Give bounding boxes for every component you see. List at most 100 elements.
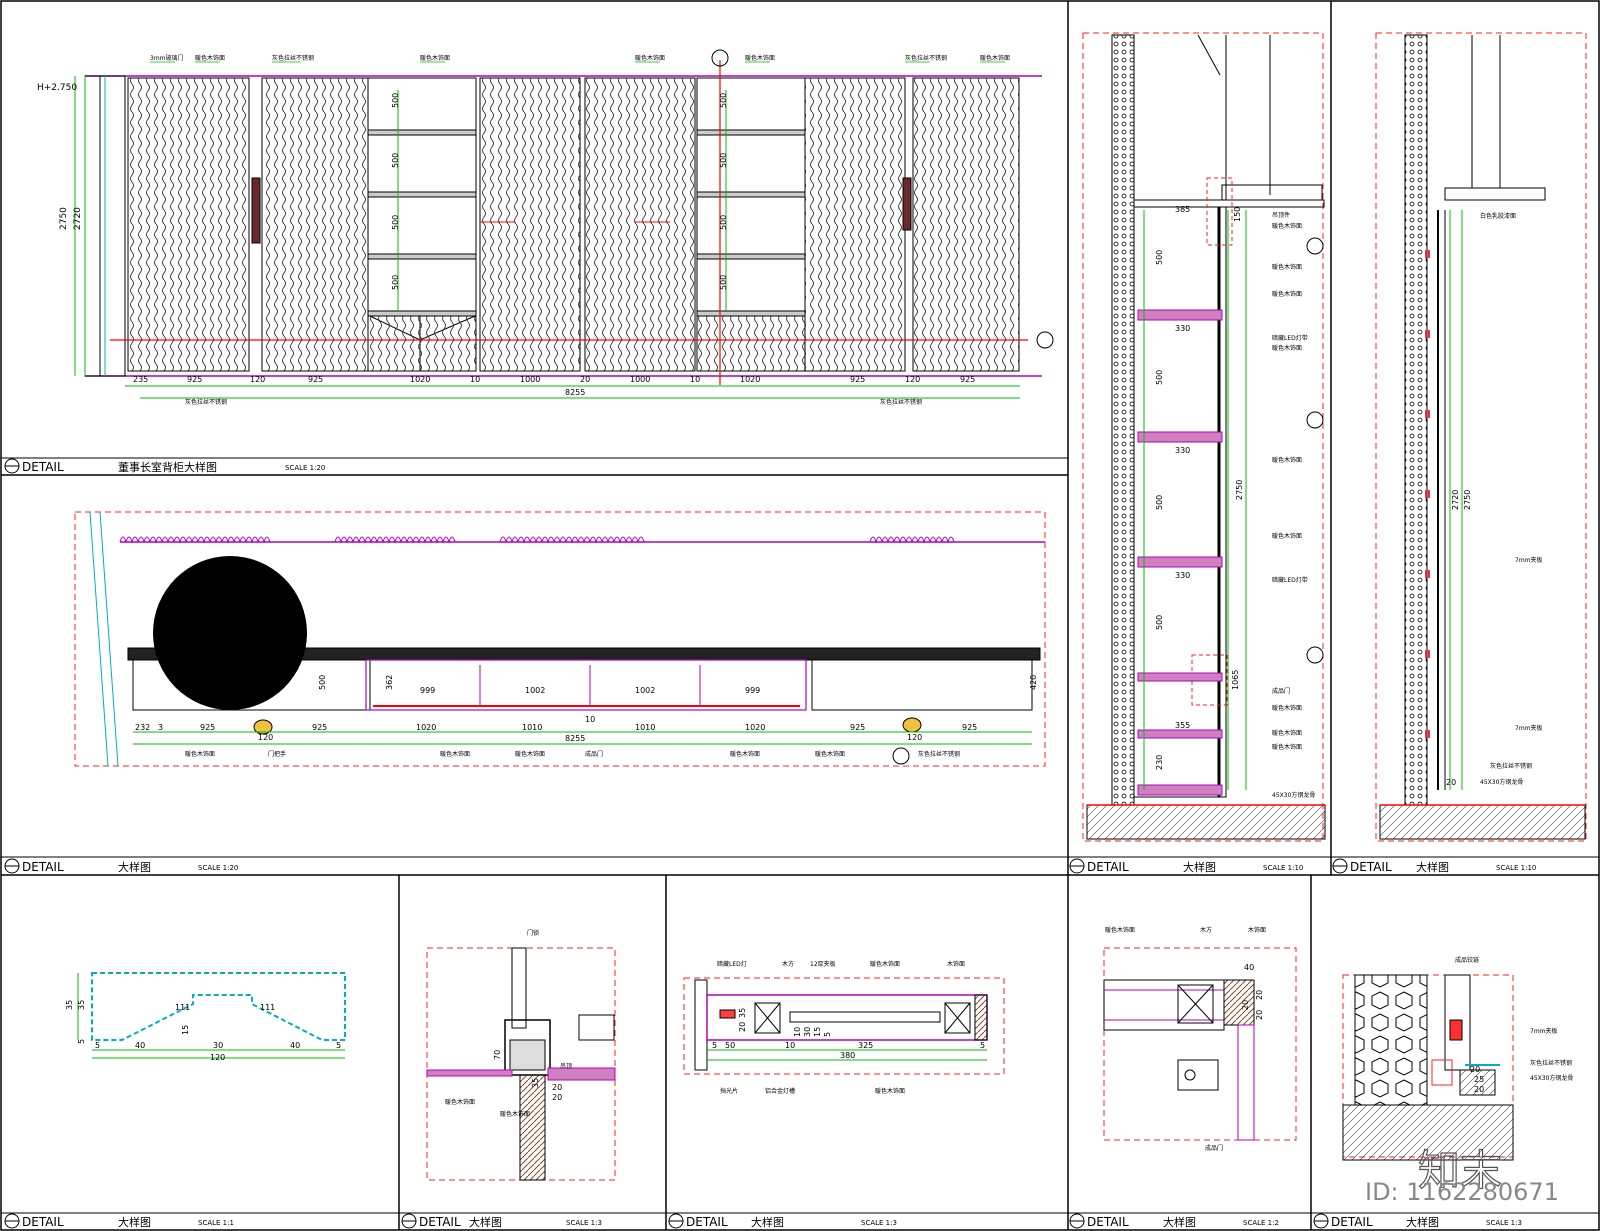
- plan-inner-2: 1002: [525, 686, 545, 695]
- prof-dim-2: 35: [77, 1000, 86, 1010]
- det-c-note-6: 铝合金灯槽: [765, 1087, 795, 1095]
- plan-dim-9: 1010: [635, 723, 655, 732]
- plan-inner-4: 999: [745, 686, 760, 695]
- panel-title-8: DETAIL 大样图 SCALE 1:2: [1069, 1213, 1279, 1229]
- sec-a-note-10: 暖色木饰面: [1272, 704, 1302, 712]
- panel-4-title: 大样图: [1416, 860, 1449, 874]
- det-c-dim-12: 5: [712, 1041, 717, 1050]
- elev-dim-14: 925: [960, 375, 975, 384]
- plan-dim-5: 925: [312, 723, 327, 732]
- panel-7-title: 大样图: [751, 1215, 784, 1229]
- panel-title-2: DETAIL 大样图 SCALE 1:20: [4, 858, 238, 874]
- elev-dim-5: 1020: [410, 375, 430, 384]
- panel-1-title: 董事长室背柜大样图: [118, 460, 217, 474]
- sec-a-note-11: 成品门: [1272, 687, 1290, 695]
- det-c-dim-10: 10: [785, 1041, 795, 1050]
- elev-shelf-5: 500: [719, 93, 728, 108]
- det-c-note-7: 暖色木饰面: [875, 1087, 905, 1095]
- elev-dim-13: 120: [905, 375, 920, 384]
- sec-a-note-8: 暗藏LED灯带: [1272, 576, 1308, 584]
- elev-shelf-7: 500: [719, 215, 728, 230]
- sec-a-dim-11: 355: [1175, 721, 1190, 730]
- det-b-dim-3: 20: [552, 1083, 562, 1092]
- sec-a-note-9: 暖色木饰面: [1272, 532, 1302, 540]
- panel-title-3: DETAIL 大样图 SCALE 1:10: [1069, 858, 1303, 874]
- prof-dim-12: 120: [210, 1053, 225, 1062]
- det-b-dim-2: 35: [531, 1078, 540, 1088]
- plan-dim-12: 120: [907, 733, 922, 742]
- sec-b-dim-2: 2750: [1463, 490, 1472, 510]
- door-handle-left: [251, 177, 261, 244]
- plan-note-8: 灰色拉丝不锈钢: [918, 750, 960, 758]
- sec-a-note-13: 暖色木饰面: [1272, 743, 1302, 751]
- det-c-note-3: 12厚夹板: [810, 960, 836, 968]
- panel-9-title: 大样图: [1406, 1215, 1439, 1229]
- panel-title-7: DETAIL 大样图 SCALE 1:3: [668, 1213, 897, 1229]
- elev-note-4: 暖色木饰面: [420, 54, 450, 62]
- sec-a-note-3: 暖色木饰面: [1272, 263, 1302, 271]
- det-b-note-4: 吊顶: [560, 1063, 572, 1070]
- panel-3-title: 大样图: [1183, 860, 1216, 874]
- panel-6-scale: SCALE 1:3: [566, 1219, 602, 1227]
- plan-dim-11: 925: [850, 723, 865, 732]
- sec-a-note-14: 45X30方钢龙骨: [1272, 791, 1315, 799]
- elev-shelf-1: 500: [391, 93, 400, 108]
- elev-dim-9: 1000: [630, 375, 650, 384]
- elev-dim-2: 925: [187, 375, 202, 384]
- det-b-dim-1: 70: [493, 1050, 502, 1060]
- wood-panel-5: [912, 77, 1020, 372]
- det-b-dim-4: 20: [552, 1093, 562, 1102]
- elev-note-1: 3mm玻璃门: [150, 54, 184, 62]
- elevation-drawing: H+2.750 2750 2720 500 500 500 500 500 50…: [37, 49, 1054, 406]
- det-d-note-4: 成品门: [1205, 1144, 1223, 1152]
- panel-9-scale: SCALE 1:3: [1486, 1219, 1522, 1227]
- sec-a-dim-7: 500: [1155, 495, 1164, 510]
- prof-dim-1: 35: [65, 1000, 74, 1010]
- sec-b-dim-1: 2720: [1451, 490, 1460, 510]
- prof-dim-5: 15: [181, 1025, 190, 1035]
- det-c-dim-7: 325: [858, 1041, 873, 1050]
- wood-panel-3: [584, 77, 696, 372]
- panel-6-title: 大样图: [469, 1215, 502, 1229]
- det-e-dim-1: 20: [1470, 1065, 1480, 1074]
- det-d-dim-2: 20: [1255, 990, 1264, 1000]
- det-e-dim-2: 25: [1474, 1075, 1484, 1084]
- det-c-note-1: 暗藏LED灯: [717, 960, 747, 968]
- elev-shelf-4: 500: [391, 275, 400, 290]
- door-handle-right: [902, 177, 912, 231]
- plan-note-6: 暖色木饰面: [730, 750, 760, 758]
- sec-a-note-12: 暖色木饰面: [1272, 729, 1302, 737]
- elev-total: 8255: [565, 388, 585, 397]
- detail-d-drawing: 40 20 20 20 暖色木饰面 木方 木饰面 成品门: [1103, 926, 1297, 1152]
- sec-a-dim-12: 230: [1155, 755, 1164, 770]
- prof-dim-7: 40: [135, 1041, 145, 1050]
- section-a-drawing: 385 150 330 500 330 500 500 330 500 1065…: [1082, 32, 1326, 842]
- elev-dim-3: 120: [250, 375, 265, 384]
- plan-dim-2: 3: [158, 723, 163, 732]
- det-c-note-8: 挡光片: [720, 1087, 738, 1095]
- panel-title-9: DETAIL 大样图 SCALE 1:3: [1313, 1213, 1522, 1229]
- wood-panel-4: [804, 77, 906, 372]
- plan-total: 8255: [565, 734, 585, 743]
- shelf-bay-left: [367, 77, 477, 372]
- watermark-id: ID: 1162280671: [1365, 1178, 1559, 1206]
- det-b-note-3: 暖色木饰面: [500, 1110, 530, 1118]
- elev-note-6: 暖色木饰面: [745, 54, 775, 62]
- panel-2-label: DETAIL: [22, 860, 64, 874]
- panel-2-scale: SCALE 1:20: [198, 864, 238, 872]
- prof-dim-6: 111: [260, 1003, 275, 1012]
- elev-note-7: 灰色拉丝不锈钢: [905, 54, 947, 62]
- elev-level: H+2.750: [37, 83, 77, 93]
- elev-note-8: 暖色木饰面: [980, 54, 1010, 62]
- panel-2-title: 大样图: [118, 860, 151, 874]
- elev-shelf-6: 500: [719, 153, 728, 168]
- plan-dim-8: 10: [585, 715, 595, 724]
- elev-shelf-8: 500: [719, 275, 728, 290]
- wood-panel-1: [127, 77, 250, 372]
- sec-b-note-5: 45X30方钢龙骨: [1480, 778, 1523, 786]
- elev-dim-1: 235: [133, 375, 148, 384]
- det-c-note-5: 木饰面: [947, 960, 965, 968]
- sec-a-dim-4: 500: [1155, 250, 1164, 265]
- sec-a-dim-6: 500: [1155, 370, 1164, 385]
- plan-dim-13: 925: [962, 723, 977, 732]
